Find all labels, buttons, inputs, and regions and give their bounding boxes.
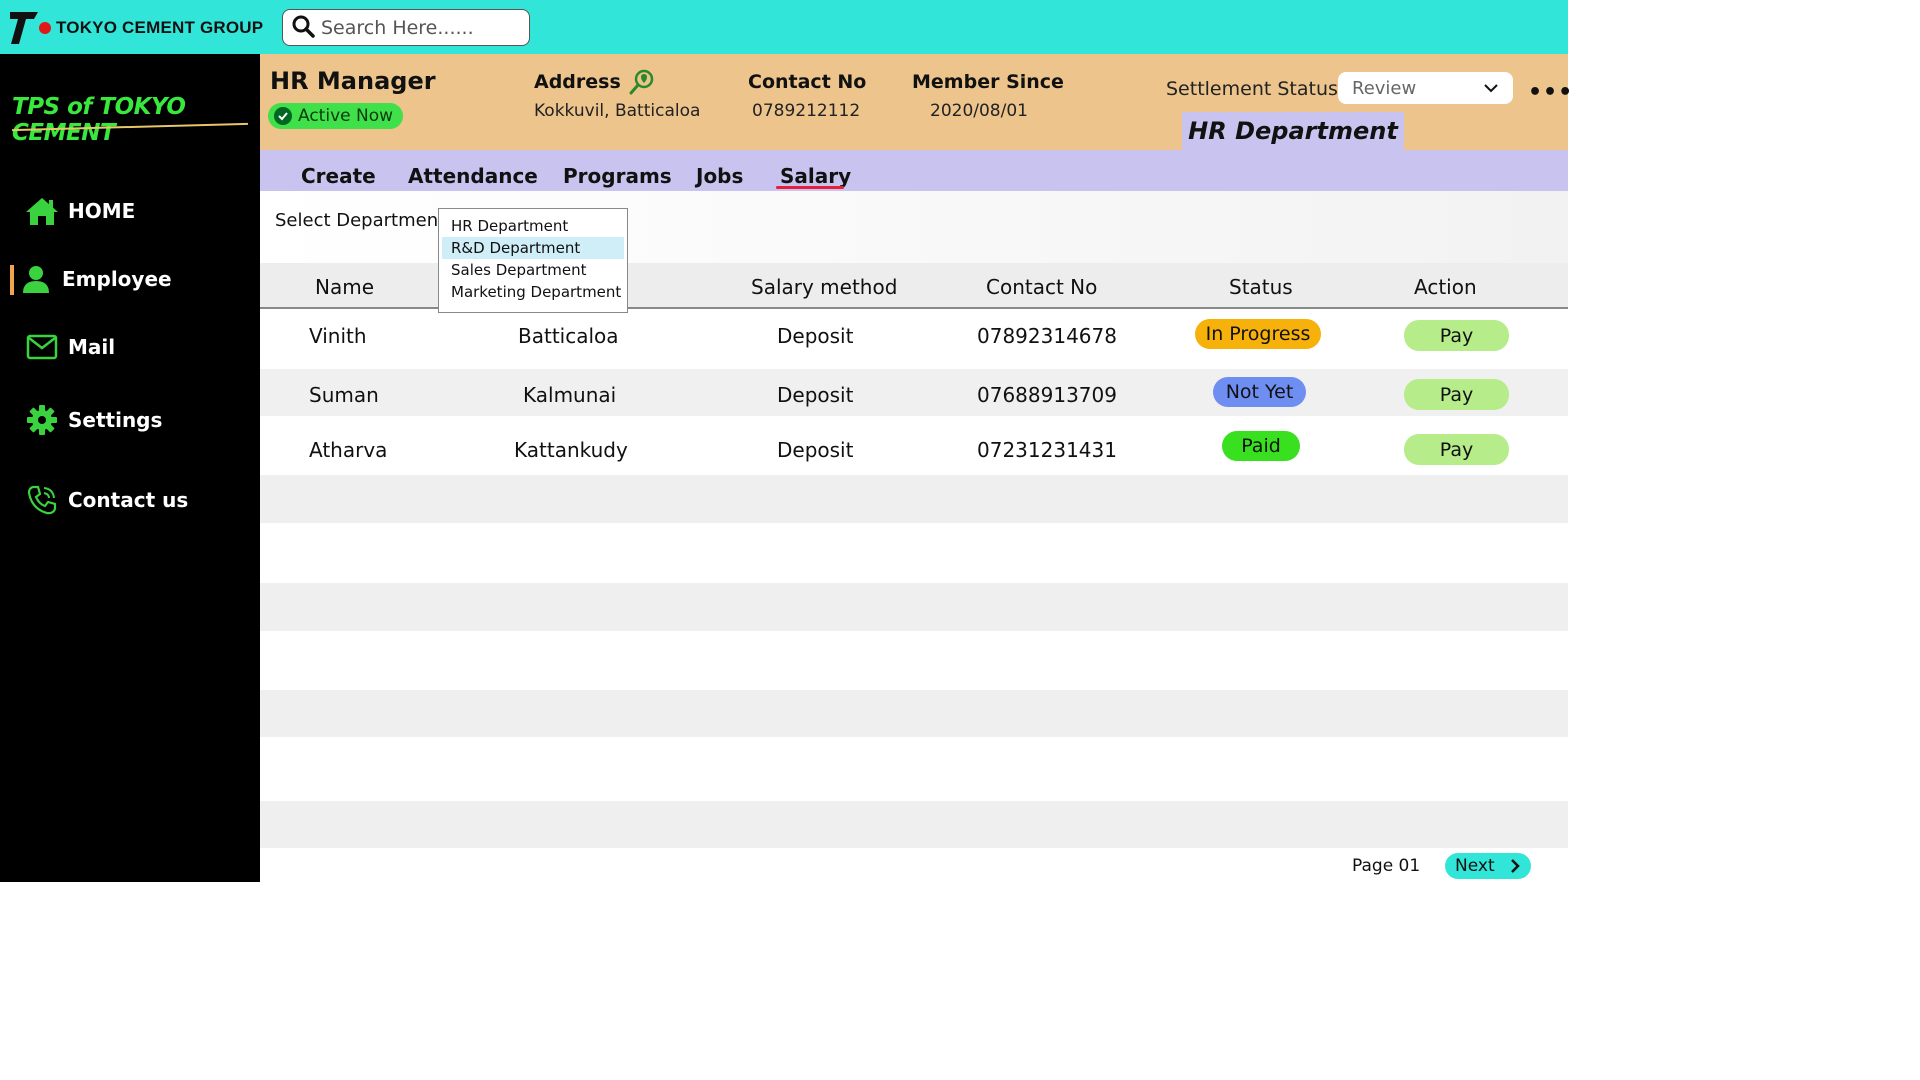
chevron-down-icon [1483,80,1499,101]
address-value: Kokkuvil, Batticaloa [534,101,701,121]
sidebar-item-mail[interactable]: Mail [0,327,260,367]
member-since-value: 2020/08/01 [930,101,1028,121]
cell-name: Atharva [309,438,388,462]
filter-area: Select Department HR Department R&D Depa… [260,191,1568,313]
cell-city: Kalmunai [523,383,617,407]
next-label: Next [1455,856,1495,876]
row-stripe [260,690,1568,737]
brand[interactable]: TOKYO CEMENT GROUP [8,10,263,46]
sidebar-item-settings[interactable]: Settings [0,400,260,440]
pay-button[interactable]: Pay [1404,379,1509,410]
address-label: Address [534,71,621,93]
sidebar-item-home[interactable]: HOME [0,191,260,231]
logo-icon [8,10,52,46]
department-tab[interactable]: HR Department [1182,112,1404,150]
pay-button[interactable]: Pay [1404,320,1509,351]
pay-button[interactable]: Pay [1404,434,1509,465]
sidebar-item-label: HOME [68,199,136,223]
cell-contact: 07688913709 [977,383,1117,407]
column-header-contact: Contact No [986,275,1098,299]
row-stripe [260,583,1568,631]
tab-jobs[interactable]: Jobs [696,164,743,188]
contact-label: Contact No [748,71,867,93]
contact-value: 0789212112 [752,101,861,121]
settlement-status-select[interactable]: Review [1338,72,1513,104]
brand-name: TOKYO CEMENT GROUP [56,18,264,37]
phone-icon [22,482,62,518]
table-row: Suman Kalmunai Deposit 07688913709 Not Y… [260,369,1568,416]
dropdown-option[interactable]: Marketing Department [442,281,624,303]
search-box[interactable] [282,9,530,46]
cell-method: Deposit [777,438,854,462]
chevron-right-icon [1507,857,1523,880]
search-input[interactable] [321,16,521,39]
column-header-status: Status [1229,275,1293,299]
top-bar: TOKYO CEMENT GROUP [0,0,1568,54]
cell-name: Suman [309,383,379,407]
sidebar-item-contact[interactable]: Contact us [0,480,260,520]
profile-header: HR Manager Active Now Address Kokkuvil, … [260,54,1572,150]
check-icon [274,107,292,125]
sidebar-item-employee[interactable]: Employee [0,259,260,299]
cell-method: Deposit [777,383,854,407]
page-indicator: Page 01 [1352,856,1421,876]
status-badge: Active Now [268,103,404,129]
cell-name: Vinith [309,324,367,348]
settlement-status-value: Review [1352,77,1417,99]
column-header-name: Name [315,275,375,299]
next-button[interactable]: Next [1445,853,1531,879]
sidebar-item-label: Settings [68,408,163,432]
table-row: Atharva Kattankudy Deposit 07231231431 P… [260,416,1568,475]
home-icon [22,193,62,229]
cell-city: Kattankudy [514,438,628,462]
dropdown-option[interactable]: Sales Department [442,259,624,281]
column-header-salary-method: Salary method [751,275,898,299]
profile-role: HR Manager [270,67,436,95]
sidebar: TPS of TOKYO CEMENT HOME Employee Mail S… [0,54,260,882]
sidebar-item-label: Contact us [68,488,189,512]
dropdown-option-highlighted[interactable]: R&D Department [442,237,624,259]
tab-programs[interactable]: Programs [563,164,672,188]
column-header-action: Action [1414,275,1477,299]
status-badge: In Progress [1195,319,1321,349]
settlement-status-label: Settlement Status [1166,78,1338,100]
row-stripe [260,801,1568,848]
cell-city: Batticaloa [518,324,619,348]
mail-icon [22,329,62,365]
department-dropdown[interactable]: HR Department R&D Department Sales Depar… [438,208,628,313]
sidebar-item-label: Employee [62,267,172,291]
table-row: Vinith Batticaloa Deposit 07892314678 In… [260,311,1568,369]
location-search-icon[interactable] [628,68,656,100]
status-badge: Paid [1222,431,1300,461]
status-text: Active Now [298,106,394,126]
select-department-label: Select Department [275,210,446,231]
user-icon [16,261,56,297]
sidebar-title: TPS of TOKYO CEMENT [12,94,186,146]
cell-method: Deposit [777,324,854,348]
dropdown-option[interactable]: HR Department [442,215,624,237]
tab-attendance[interactable]: Attendance [408,164,538,188]
status-badge: Not Yet [1213,377,1306,407]
sidebar-item-label: Mail [68,335,116,359]
member-since-label: Member Since [912,71,1064,93]
active-tab-underline [776,186,844,189]
more-options-icon[interactable]: ••• [1528,80,1573,105]
tab-salary[interactable]: Salary [780,164,851,188]
row-stripe [260,475,1568,523]
cell-contact: 07231231431 [977,438,1117,462]
tab-bar: Create Attendance Programs Jobs Salary [260,150,1568,191]
gear-icon [22,402,62,438]
search-icon [291,14,315,42]
tab-create[interactable]: Create [301,164,376,188]
cell-contact: 07892314678 [977,324,1117,348]
